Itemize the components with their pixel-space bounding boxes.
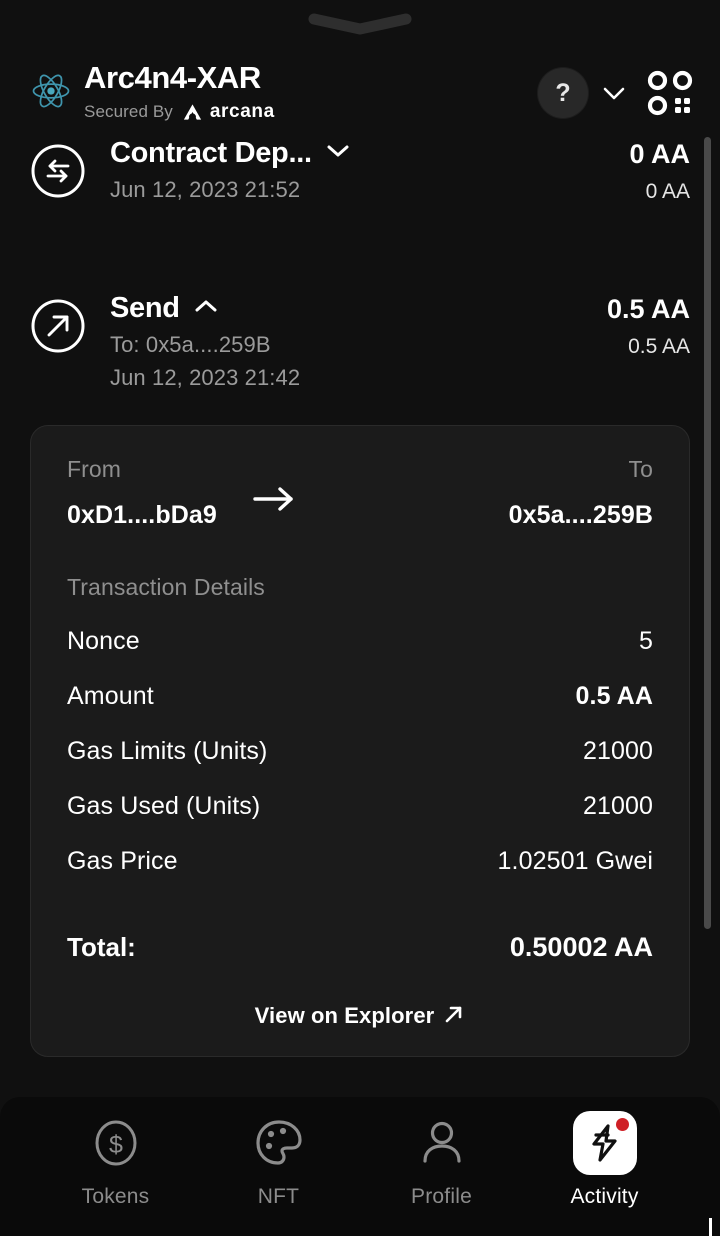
person-icon xyxy=(417,1111,467,1175)
secured-by-label: Secured By xyxy=(84,101,173,121)
transaction-recipient: To: 0x5a....259B xyxy=(110,331,271,357)
transaction-amount: 0.5 AA xyxy=(606,293,690,324)
total-label: Total: xyxy=(67,931,136,962)
qr-scan-icon[interactable] xyxy=(646,69,694,117)
lightning-bolt-icon xyxy=(591,1124,617,1162)
detail-value: 21000 xyxy=(582,736,653,765)
total-value: 0.50002 AA xyxy=(509,931,653,962)
detail-value: 1.02501 Gwei xyxy=(497,846,653,875)
transaction-amount: 0 AA xyxy=(629,138,690,169)
from-label: From xyxy=(67,455,122,482)
detail-row-nonce: Nonce 5 xyxy=(67,627,653,656)
arcana-logo-icon xyxy=(183,103,202,120)
transaction-row-contract-deploy[interactable]: Contract Dep... Jun 12, 2023 21:52 0 AA … xyxy=(30,127,690,204)
drag-handle-area[interactable] xyxy=(0,0,720,48)
question-mark-glyph: ? xyxy=(555,79,570,107)
react-logo-icon xyxy=(32,74,70,108)
transaction-fiat-amount: 0 AA xyxy=(645,179,690,203)
svg-text:?: ? xyxy=(555,79,570,107)
nav-label: Profile xyxy=(411,1185,472,1208)
transaction-details-card: From 0xD1....bDa9 To 0x5a....259B Transa… xyxy=(30,424,690,1057)
chevron-down-icon[interactable] xyxy=(326,144,350,163)
scrollbar-thumb[interactable] xyxy=(704,136,711,929)
nav-item-nft[interactable]: NFT xyxy=(213,1111,345,1209)
detail-value: 21000 xyxy=(582,791,653,820)
detail-row-gas-limits: Gas Limits (Units) 21000 xyxy=(67,737,653,766)
arrow-up-right-circle-icon xyxy=(30,298,86,359)
activity-active-tile[interactable] xyxy=(572,1111,637,1175)
arcana-lockup: arcana xyxy=(181,101,275,123)
detail-value: 0.5 AA xyxy=(575,681,653,710)
total-row: Total: 0.50002 AA xyxy=(67,932,653,963)
app-header: Arc4n4-XAR Secured By arcana ? xyxy=(0,48,720,127)
dollar-circle-icon: $ xyxy=(91,1111,141,1175)
page-title: Arc4n4-XAR xyxy=(84,60,261,95)
to-address[interactable]: 0x5a....259B xyxy=(509,501,653,530)
chevron-handle-icon[interactable] xyxy=(308,13,412,35)
wallet-app-window: Arc4n4-XAR Secured By arcana ? Contract … xyxy=(0,0,720,1236)
detail-key: Gas Used (Units) xyxy=(67,791,261,820)
transaction-row-send[interactable]: Send To: 0x5a....259B Jun 12, 2023 21:42… xyxy=(30,282,690,391)
detail-row-gas-used: Gas Used (Units) 21000 xyxy=(67,792,653,821)
detail-key: Nonce xyxy=(67,626,140,655)
provider-name: arcana xyxy=(209,100,275,122)
chevron-down-icon[interactable] xyxy=(602,86,626,101)
nav-label: Activity xyxy=(570,1185,639,1208)
chevron-up-icon[interactable] xyxy=(194,299,218,318)
nav-label: Tokens xyxy=(81,1185,150,1208)
bottom-navigation-bar: $ Tokens NFT Profile Activity xyxy=(0,1097,720,1236)
detail-key: Gas Limits (Units) xyxy=(67,736,268,765)
activity-scroll-area[interactable]: Contract Dep... Jun 12, 2023 21:52 0 AA … xyxy=(0,127,720,1097)
from-block: From 0xD1....bDa9 xyxy=(67,456,217,530)
svg-text:$: $ xyxy=(109,1131,123,1159)
nav-label: NFT xyxy=(257,1185,300,1208)
nav-item-activity[interactable]: Activity xyxy=(539,1111,671,1209)
secured-by-row: Secured By arcana xyxy=(84,101,275,123)
from-to-block: From 0xD1....bDa9 To 0x5a....259B xyxy=(67,456,653,530)
home-indicator xyxy=(709,1218,712,1236)
to-block: To 0x5a....259B xyxy=(509,456,653,530)
arrow-right-icon xyxy=(217,484,331,514)
swap-arrows-circle-icon xyxy=(30,143,86,204)
from-address[interactable]: 0xD1....bDa9 xyxy=(67,501,217,530)
nav-item-profile[interactable]: Profile xyxy=(376,1111,508,1209)
header-actions: ? xyxy=(538,68,694,118)
transaction-title: Send xyxy=(110,291,180,324)
brand-block: Arc4n4-XAR Secured By arcana xyxy=(30,60,538,123)
transaction-timestamp: Jun 12, 2023 21:42 xyxy=(110,364,301,390)
transaction-fiat-amount: 0.5 AA xyxy=(628,334,690,358)
to-label: To xyxy=(628,455,653,482)
question-mark-avatar-icon[interactable]: ? xyxy=(538,68,588,118)
transaction-timestamp: Jun 12, 2023 21:52 xyxy=(110,176,301,202)
external-link-arrow-icon xyxy=(443,1003,465,1030)
scrollbar[interactable] xyxy=(704,136,711,1091)
detail-value: 5 xyxy=(638,626,653,655)
detail-row-amount: Amount 0.5 AA xyxy=(67,682,653,711)
transaction-title: Contract Dep... xyxy=(110,136,312,169)
view-on-explorer-label: View on Explorer xyxy=(254,1003,435,1029)
view-on-explorer-link[interactable]: View on Explorer xyxy=(67,1003,653,1030)
detail-key: Gas Price xyxy=(67,846,178,875)
detail-key: Amount xyxy=(67,681,154,710)
nav-item-tokens[interactable]: $ Tokens xyxy=(50,1111,182,1209)
detail-row-gas-price: Gas Price 1.02501 Gwei xyxy=(67,847,653,876)
notification-badge xyxy=(615,1118,629,1131)
transaction-details-label: Transaction Details xyxy=(67,573,265,600)
palette-icon xyxy=(254,1111,304,1175)
